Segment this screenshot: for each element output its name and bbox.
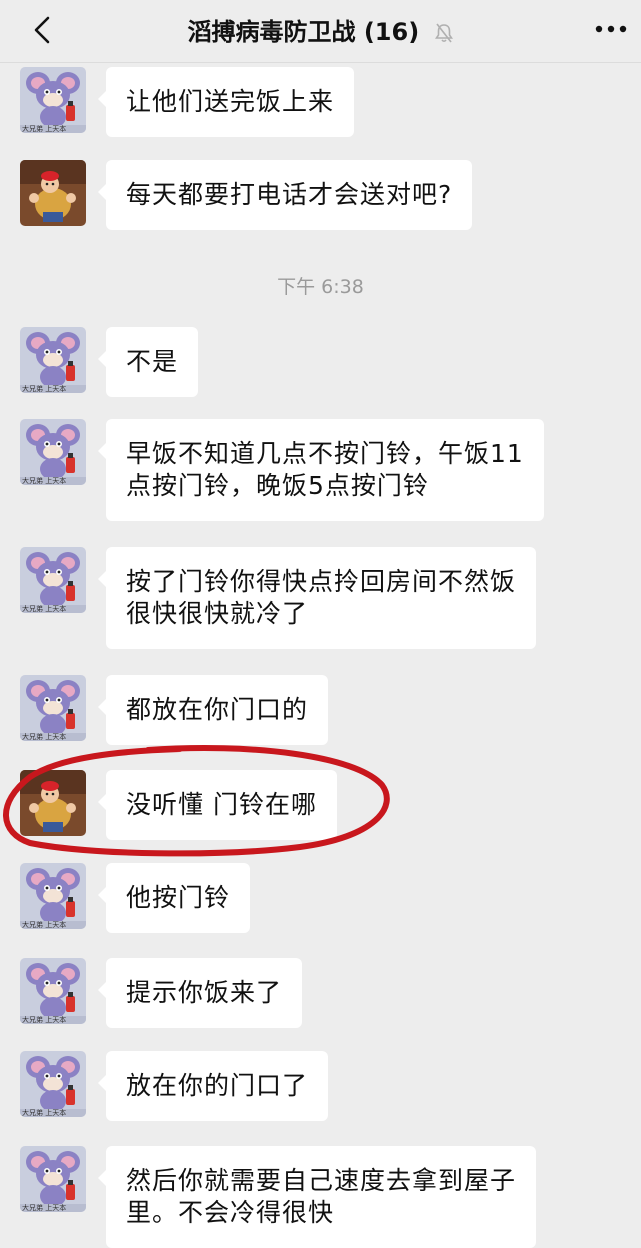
message-bubble[interactable]: 提示你饭来了 [97,958,303,1028]
message-line: 点按门铃，晚饭5点按门铃 [126,471,429,500]
bell-muted-icon [434,23,453,43]
message-list[interactable]: 让他们送完饭上来 每天都要打电话才会送对吧? 下午 6:38 不是 早饭不知道几… [0,62,641,1248]
more-button[interactable] [591,14,631,44]
cartoon-mouse-avatar[interactable] [20,327,86,393]
message-bubble[interactable]: 他按门铃 [97,863,251,933]
message-bubble[interactable]: 放在你的门口了 [97,1051,329,1121]
message-bubble[interactable]: 没听懂 门铃在哪 [98,770,337,840]
message-bubble[interactable]: 按了门铃你得快点拎回房间不然饭 很快很快就冷了 [97,547,537,649]
chat-title: 滔搏病毒防卫战 (16) [187,18,420,46]
message-bubble[interactable]: 每天都要打电话才会送对吧? [97,160,473,230]
message-line: 很快很快就冷了 [126,599,309,628]
cartoon-mouse-avatar[interactable] [20,863,86,929]
message-bubble[interactable]: 不是 [97,327,199,397]
message-bubble[interactable]: 都放在你门口的 [97,675,329,745]
message-line: 里。不会冷得很快 [126,1198,335,1227]
cartoon-mouse-avatar[interactable] [20,1051,86,1117]
cartoon-boy-avatar[interactable] [20,160,86,226]
chat-header: 滔搏病毒防卫战 (16) [0,0,641,63]
chat-title-area: 滔搏病毒防卫战 (16) [0,12,641,47]
more-dots-icon [595,25,627,33]
message-bubble[interactable]: 让他们送完饭上来 [97,67,355,137]
message-line: 早饭不知道几点不按门铃，午饭11 [126,439,524,468]
cartoon-mouse-avatar[interactable] [20,675,86,741]
cartoon-mouse-avatar[interactable] [20,419,86,485]
message-line: 然后你就需要自己速度去拿到屋子 [126,1166,517,1195]
cartoon-mouse-avatar[interactable] [20,547,86,613]
cartoon-mouse-avatar[interactable] [20,67,86,133]
message-line: 按了门铃你得快点拎回房间不然饭 [126,567,517,596]
message-bubble[interactable]: 然后你就需要自己速度去拿到屋子 里。不会冷得很快 [97,1146,537,1248]
message-bubble[interactable]: 早饭不知道几点不按门铃，午饭11 点按门铃，晚饭5点按门铃 [98,419,544,521]
cartoon-boy-avatar[interactable] [20,770,86,836]
cartoon-mouse-avatar[interactable] [20,1146,86,1212]
timestamp-divider: 下午 6:38 [277,276,364,298]
cartoon-mouse-avatar[interactable] [20,958,86,1024]
